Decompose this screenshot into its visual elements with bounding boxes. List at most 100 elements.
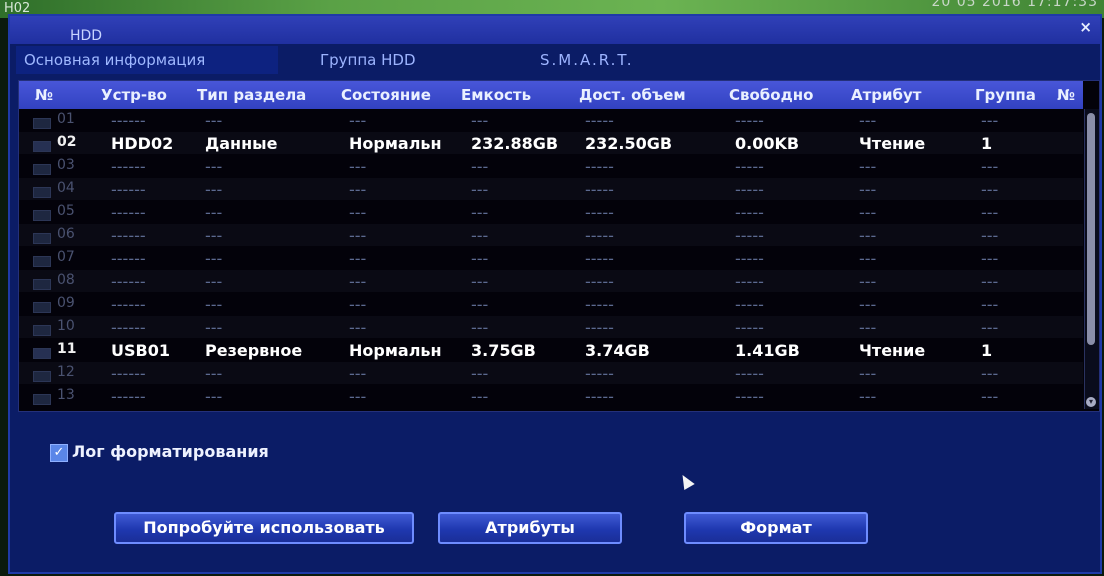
cell-attr: --- [859,203,877,222]
attributes-button[interactable]: Атрибуты [438,512,622,544]
table-row[interactable]: 03 ------ --- --- --- ----- ----- --- --- [19,155,1083,177]
try-use-button[interactable]: Попробуйте использовать [114,512,414,544]
row-checkbox[interactable] [33,256,51,267]
hdd-window: HDD × Основная информация Группа HDD S.M… [8,14,1102,574]
table-row[interactable]: 10 ------ --- --- --- ----- ----- --- --- [19,316,1083,338]
row-checkbox[interactable] [33,279,51,290]
row-checkbox[interactable] [33,371,51,382]
cell-free: ----- [735,364,764,383]
col-header-group: Группа [975,86,1036,104]
cell-device: ------ [111,364,146,383]
cell-free: 0.00KB [735,134,800,153]
cell-available: ----- [585,272,614,291]
table-row[interactable]: 09 ------ --- --- --- ----- ----- --- --- [19,293,1083,315]
col-header-device: Устр-во [101,86,167,104]
col-header-available: Дост. объем [579,86,686,104]
cell-device: ------ [111,226,146,245]
cell-num: 01 [57,111,75,127]
cell-state: --- [349,111,367,130]
table-row[interactable]: 02 HDD02 Данные Нормальн 232.88GB 232.50GB 0.0… [19,132,1083,154]
cell-type: --- [205,318,223,337]
table-header: № Устр-во Тип раздела Состояние Емкость … [19,81,1083,109]
cell-type: --- [205,157,223,176]
cell-num: 09 [57,295,75,311]
row-checkbox[interactable] [33,164,51,175]
cell-num: 05 [57,203,75,219]
tab-basic-info[interactable]: Основная информация [16,46,278,74]
table-row[interactable]: 13 ------ --- --- --- ----- ----- --- --- [19,385,1083,407]
cell-attr: --- [859,249,877,268]
table-row[interactable]: 11 USB01 Резервное Нормальн 3.75GB 3.74GB 1.41… [19,339,1083,361]
cell-capacity: --- [471,387,489,406]
row-checkbox[interactable] [33,141,51,152]
row-checkbox[interactable] [33,302,51,313]
scrollbar-thumb[interactable] [1087,113,1095,345]
close-icon[interactable]: × [1079,18,1092,36]
cell-group: --- [981,226,999,245]
cell-available: ----- [585,157,614,176]
format-log-label: Лог форматирования [72,442,269,461]
table-row[interactable]: 07 ------ --- --- --- ----- ----- --- --- [19,247,1083,269]
format-button[interactable]: Формат [684,512,868,544]
cell-group: --- [981,364,999,383]
row-checkbox[interactable] [33,348,51,359]
table-scrollbar[interactable]: ▾ [1084,109,1099,409]
cell-num: 11 [57,341,77,357]
row-checkbox[interactable] [33,233,51,244]
cell-free: ----- [735,203,764,222]
cell-group: --- [981,180,999,199]
table-row[interactable]: 05 ------ --- --- --- ----- ----- --- --- [19,201,1083,223]
cell-available: ----- [585,203,614,222]
cell-type: --- [205,249,223,268]
table-row[interactable]: 04 ------ --- --- --- ----- ----- --- --- [19,178,1083,200]
cell-capacity: 3.75GB [471,341,536,360]
cell-capacity: --- [471,295,489,314]
cell-num: 10 [57,318,75,334]
cell-type: --- [205,180,223,199]
tab-smart[interactable]: S.M.A.R.T. [532,46,642,74]
row-checkbox[interactable] [33,394,51,405]
cell-free: ----- [735,180,764,199]
cell-attr: --- [859,111,877,130]
table-row[interactable]: 08 ------ --- --- --- ----- ----- --- --- [19,270,1083,292]
clock-text: 20 05 2016 17:17:33 [931,0,1098,10]
row-checkbox[interactable] [33,210,51,221]
cell-free: ----- [735,295,764,314]
cell-num: 04 [57,180,75,196]
cell-state: --- [349,318,367,337]
cell-device: ------ [111,387,146,406]
row-checkbox[interactable] [33,325,51,336]
cell-attr: --- [859,157,877,176]
cell-free: ----- [735,249,764,268]
cell-type: --- [205,295,223,314]
cell-type: Данные [205,134,278,153]
format-log-checkbox[interactable]: ✓ [50,444,68,462]
cell-type: --- [205,203,223,222]
cell-group: --- [981,272,999,291]
tab-bar: Основная информация Группа HDD S.M.A.R.T… [10,46,1100,76]
row-checkbox[interactable] [33,187,51,198]
cell-group: --- [981,203,999,222]
cell-state: --- [349,157,367,176]
table-row[interactable]: 01 ------ --- --- --- ----- ----- --- --- [19,109,1083,131]
cell-state: --- [349,387,367,406]
row-checkbox[interactable] [33,118,51,129]
cell-available: ----- [585,318,614,337]
col-header-state: Состояние [341,86,431,104]
cell-capacity: --- [471,364,489,383]
tab-hdd-group[interactable]: Группа HDD [312,46,424,74]
cell-group: 1 [981,134,993,153]
cell-attr: --- [859,272,877,291]
table-row[interactable]: 06 ------ --- --- --- ----- ----- --- --- [19,224,1083,246]
col-header-capacity: Емкость [461,86,532,104]
cell-device: HDD02 [111,134,174,153]
cell-group: --- [981,249,999,268]
table-row[interactable]: 12 ------ --- --- --- ----- ----- --- --- [19,362,1083,384]
cell-device: ------ [111,180,146,199]
cell-free: ----- [735,387,764,406]
col-header-attribute: Атрибут [851,86,922,104]
scroll-down-icon[interactable]: ▾ [1086,397,1096,407]
window-title: HDD [70,28,103,44]
disk-table: № Устр-во Тип раздела Состояние Емкость … [18,80,1100,412]
cell-available: 3.74GB [585,341,650,360]
